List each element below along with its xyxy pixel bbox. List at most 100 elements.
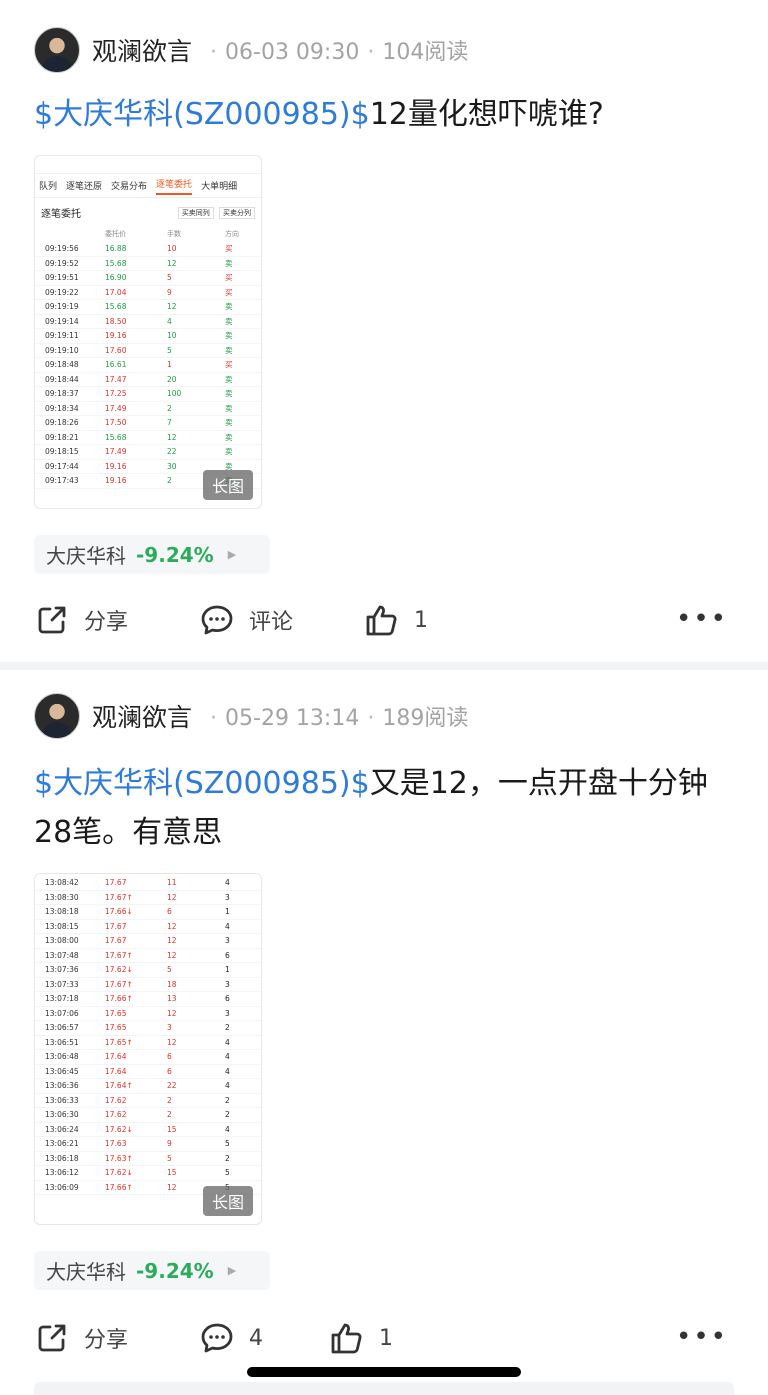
- image-button: 买卖同列: [177, 206, 214, 219]
- image-row: 09:19:10 17.60 5 卖: [35, 344, 261, 358]
- home-indicator[interactable]: [247, 1367, 521, 1377]
- stock-link[interactable]: $大庆华科(SZ000985)$: [34, 97, 370, 132]
- avatar[interactable]: [34, 693, 80, 739]
- image-row-extra: 卖: [225, 403, 233, 413]
- image-row-time: 13:08:00: [45, 936, 79, 946]
- image-row: 13:07:06 17.65 12 3: [35, 1007, 261, 1021]
- chevron-right-icon: ▶: [227, 1264, 237, 1277]
- image-row: 13:08:18 17.66↓ 6 1: [35, 905, 261, 920]
- image-row-extra: 3: [225, 892, 230, 902]
- stock-tag-name: 大庆华科: [46, 544, 126, 568]
- image-row: 13:06:57 17.65 3 2: [35, 1021, 261, 1036]
- image-row: 13:08:42 17.67 11 4: [35, 876, 261, 891]
- image-row-volume: 2: [167, 1110, 172, 1120]
- image-row-price: 17.49: [105, 447, 127, 457]
- more-icon[interactable]: •••: [676, 604, 728, 634]
- image-row-time: 13:08:18: [45, 907, 79, 917]
- image-row-price: 17.63: [105, 1139, 127, 1149]
- image-row-time: 09:17:43: [45, 476, 79, 486]
- like-button[interactable]: 1: [329, 1320, 393, 1356]
- image-row-price: 19.16: [105, 461, 127, 471]
- image-row-price: 17.62↓: [105, 1168, 133, 1178]
- image-subtitle-bar: 逐笔委托 买卖同列 买卖分列: [35, 198, 261, 226]
- like-count: 1: [379, 1325, 393, 1351]
- share-button[interactable]: 分享: [34, 602, 199, 638]
- image-row-volume: 11: [167, 878, 177, 888]
- image-row-extra: 买: [225, 360, 233, 370]
- avatar[interactable]: [34, 27, 80, 73]
- image-row-volume: 2: [167, 403, 172, 413]
- post-card[interactable]: 观澜欲言 · 06-03 09:30 · 104阅读 $大庆华科(SZ000985)$…: [0, 0, 768, 662]
- image-row-price: 17.50: [105, 418, 127, 428]
- image-row: 13:07:33 17.67↑ 18 3: [35, 978, 261, 992]
- share-label: 分享: [84, 610, 129, 635]
- image-row: 13:06:45 17.64 6 4: [35, 1065, 261, 1079]
- comment-button[interactable]: 4: [199, 1320, 329, 1356]
- image-row-price: 17.64: [105, 1066, 127, 1076]
- post-card[interactable]: 观澜欲言 · 05-29 13:14 · 189阅读 $大庆华科(SZ000985)$…: [0, 670, 768, 1395]
- image-row: 09:18:21 15.68 12 卖: [35, 431, 261, 445]
- post-image[interactable]: 13:08:42 17.67 11 4 13:08:30 17.67↑ 12 3 13:08:1…: [34, 873, 262, 1225]
- image-row-time: 13:07:06: [45, 1008, 79, 1018]
- image-row: 09:18:37 17.25 100 卖: [35, 387, 261, 402]
- image-row-price: 17.64: [105, 1052, 127, 1062]
- next-post-edge: [34, 1382, 734, 1395]
- comment-icon: [201, 1323, 233, 1353]
- more-icon[interactable]: •••: [676, 1322, 728, 1352]
- author-name[interactable]: 观澜欲言: [92, 32, 192, 68]
- image-row: 13:08:30 17.67↑ 12 3: [35, 891, 261, 905]
- image-tab-active: 逐笔委托: [156, 177, 193, 195]
- image-row: 13:06:24 17.62↓ 15 4: [35, 1123, 261, 1137]
- image-tab: 大单明细: [201, 182, 238, 192]
- post-meta: · 06-03 09:30 · 104阅读: [210, 40, 469, 65]
- image-row-extra: 卖: [225, 418, 233, 428]
- read-count: 104阅读: [382, 40, 469, 65]
- image-row-time: 09:19:14: [45, 316, 79, 326]
- image-row-price: 18.50: [105, 316, 127, 326]
- image-row-price: 17.63↑: [105, 1153, 133, 1163]
- image-row-price: 17.66↓: [105, 907, 133, 917]
- author-name[interactable]: 观澜欲言: [92, 698, 192, 734]
- image-button: 买卖分列: [219, 206, 255, 219]
- image-row-extra: 6: [225, 950, 230, 960]
- stock-link[interactable]: $大庆华科(SZ000985)$: [34, 766, 370, 801]
- image-row-time: 13:07:33: [45, 979, 79, 989]
- stock-tag[interactable]: 大庆华科 -9.24% ▶: [34, 535, 270, 574]
- image-row: 13:06:21 17.63 9 5: [35, 1137, 261, 1152]
- image-row-extra: 1: [225, 965, 230, 975]
- image-row-time: 13:06:21: [45, 1139, 79, 1149]
- post-image[interactable]: 队列 逐笔还原 交易分布 逐笔委托 大单明细 逐笔委托 买卖同列 买卖分列 委托…: [34, 155, 262, 509]
- image-row-time: 13:06:36: [45, 1081, 79, 1091]
- stock-tag[interactable]: 大庆华科 -9.24% ▶: [34, 1251, 270, 1290]
- image-row-extra: 2: [225, 1110, 230, 1120]
- image-tab: 交易分布: [111, 182, 148, 192]
- image-row-price: 17.60: [105, 345, 127, 355]
- image-row-time: 13:06:48: [45, 1052, 79, 1062]
- image-tab: 逐笔还原: [66, 182, 103, 192]
- image-row-price: 17.65: [105, 1008, 127, 1018]
- image-row-time: 13:06:18: [45, 1153, 79, 1163]
- image-row-volume: 6: [167, 907, 172, 917]
- image-row-volume: 6: [167, 1066, 172, 1076]
- stock-tag-name: 大庆华科: [46, 1260, 126, 1284]
- like-button[interactable]: 1: [364, 602, 428, 638]
- image-row-time: 09:18:21: [45, 432, 79, 442]
- read-count: 189阅读: [382, 706, 469, 731]
- image-row-extra: 4: [225, 921, 230, 931]
- image-row-time: 13:08:15: [45, 921, 79, 931]
- action-bar: 分享 评论 1 •••: [34, 600, 734, 640]
- share-button[interactable]: 分享: [34, 1320, 199, 1356]
- image-row-time: 13:06:33: [45, 1095, 79, 1105]
- image-row-price: 17.67: [105, 878, 127, 888]
- comment-button[interactable]: 评论: [199, 602, 364, 638]
- image-row: 13:08:15 17.67 12 4: [35, 920, 261, 934]
- image-row-volume: 18: [167, 979, 177, 989]
- image-row-volume: 12: [167, 1008, 177, 1018]
- image-row-time: 13:07:36: [45, 965, 79, 975]
- image-row-price: 15.68: [105, 258, 127, 268]
- image-row-extra: 买: [225, 244, 233, 254]
- image-row-price: 19.16: [105, 331, 127, 341]
- post-text: $大庆华科(SZ000985)$12量化想吓唬谁?: [34, 90, 734, 139]
- share-icon: [38, 606, 66, 634]
- image-row: 13:06:33 17.62 2 2: [35, 1094, 261, 1108]
